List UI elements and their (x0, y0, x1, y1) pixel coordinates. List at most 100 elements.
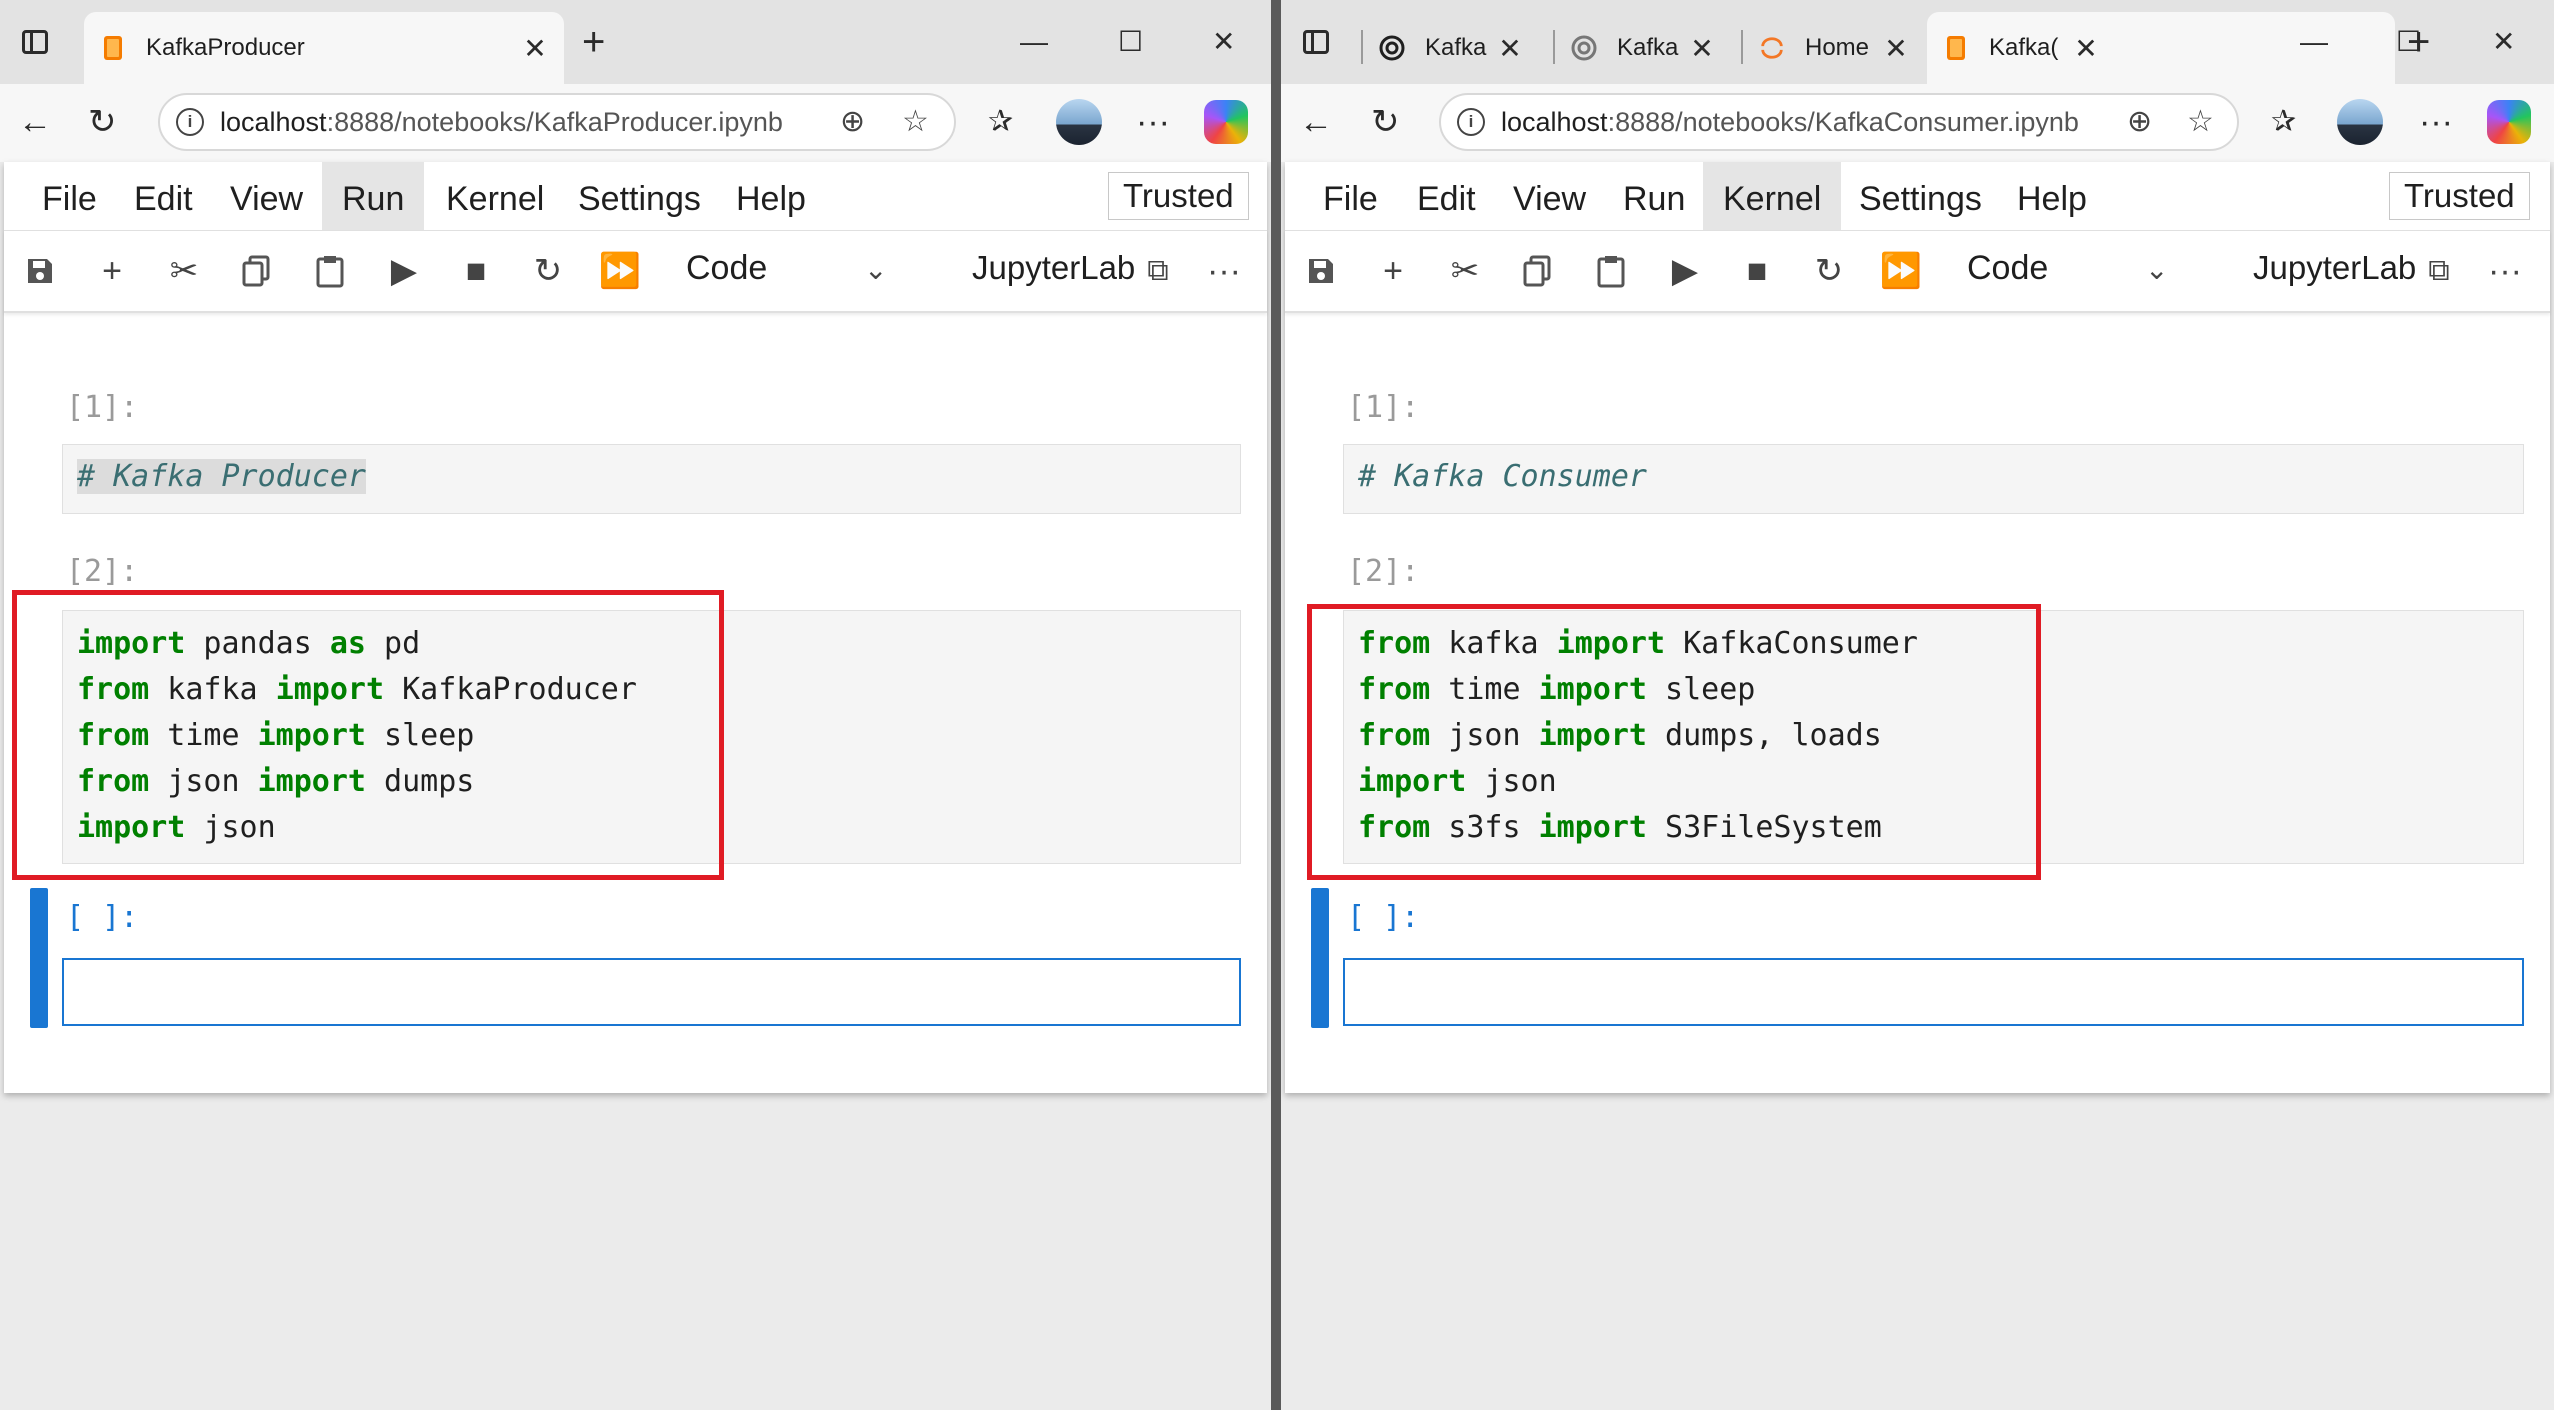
interrupt-icon[interactable]: ■ (1737, 251, 1777, 291)
notebook-icon (100, 35, 126, 61)
close-tab-icon[interactable]: ✕ (1495, 32, 1525, 65)
more-options-icon[interactable]: ··· (2485, 251, 2525, 291)
menu-run[interactable]: Run (1603, 162, 1705, 230)
favorites-icon[interactable]: ✰ (2271, 102, 2296, 142)
run-cell-icon[interactable]: ▶ (384, 251, 424, 291)
run-cell-icon[interactable]: ▶ (1665, 251, 1705, 291)
site-info-icon[interactable]: i (1457, 108, 1485, 136)
menu-bar: File Edit View Run Kernel Settings Help … (1285, 162, 2550, 231)
empty-code-cell[interactable] (1343, 958, 2524, 1026)
sidebar-toggle-icon[interactable] (1303, 30, 1329, 54)
cell-prompt: [1]: (1347, 390, 1420, 425)
close-tab-icon[interactable]: ✕ (2071, 32, 2101, 65)
maximize-icon[interactable]: ☐ (1118, 22, 1143, 62)
close-tab-icon[interactable]: ✕ (520, 32, 550, 65)
chevron-down-icon[interactable]: ⌄ (2145, 253, 2168, 286)
markdown-cell[interactable]: # Kafka Producer (62, 444, 1241, 514)
refresh-icon[interactable]: ↻ (1371, 102, 1400, 142)
address-field[interactable]: i localhost:8888/notebooks/KafkaConsumer… (1439, 93, 2239, 151)
close-tab-icon[interactable]: ✕ (1687, 32, 1717, 65)
menu-run[interactable]: Run (322, 162, 425, 230)
markdown-heading: # Kafka Consumer (1358, 459, 1647, 494)
external-link-icon[interactable]: ⧉ (1138, 251, 1178, 291)
sidebar-toggle-icon[interactable] (22, 30, 48, 54)
close-window-icon[interactable]: ✕ (1212, 22, 1235, 62)
tab-kafkaproducer[interactable]: KafkaProducer ✕ (84, 12, 564, 84)
zoom-icon[interactable]: ⊕ (840, 107, 865, 137)
minimize-icon[interactable]: — (1020, 22, 1048, 62)
browser-window-consumer: Kafka ✕ Kafka ✕ Home ✕ Kafka( ✕ + ← ↻ i … (1281, 0, 2554, 1410)
favorite-star-icon[interactable]: ☆ (2187, 107, 2214, 137)
open-jupyterlab-link[interactable]: JupyterLab (2253, 249, 2416, 287)
restart-icon[interactable]: ↻ (528, 251, 568, 291)
avatar[interactable] (1056, 99, 1102, 145)
chevron-down-icon[interactable]: ⌄ (864, 253, 887, 286)
menu-help[interactable]: Help (1997, 162, 2107, 230)
browser-window-producer: KafkaProducer ✕ + — ☐ ✕ ← ↻ i localhost:… (0, 0, 1271, 1410)
copilot-icon[interactable] (1204, 100, 1248, 144)
back-icon[interactable]: ← (1299, 102, 1333, 142)
copy-icon[interactable] (1517, 251, 1557, 291)
avatar[interactable] (2337, 99, 2383, 145)
maximize-icon[interactable]: ☐ (2396, 22, 2421, 62)
markdown-cell[interactable]: # Kafka Consumer (1343, 444, 2524, 514)
back-icon[interactable]: ← (18, 102, 52, 142)
more-options-icon[interactable]: ··· (1204, 251, 1244, 291)
menu-help[interactable]: Help (716, 162, 826, 230)
paste-icon[interactable] (310, 251, 350, 291)
save-icon[interactable] (1301, 251, 1341, 291)
external-link-icon[interactable]: ⧉ (2419, 251, 2459, 291)
restart-icon[interactable]: ↻ (1809, 251, 1849, 291)
empty-code-cell[interactable] (62, 958, 1241, 1026)
new-tab-icon[interactable]: + (582, 22, 605, 62)
cell-type-select[interactable]: Code (1967, 249, 2048, 288)
insert-cell-icon[interactable]: + (1373, 251, 1413, 291)
refresh-icon[interactable]: ↻ (88, 102, 117, 142)
menu-settings[interactable]: Settings (1839, 162, 2002, 230)
save-icon[interactable] (20, 251, 60, 291)
favorite-star-icon[interactable]: ☆ (902, 107, 929, 137)
zoom-icon[interactable]: ⊕ (2127, 107, 2152, 137)
menu-view[interactable]: View (1493, 162, 1606, 230)
jupyter-notebook: File Edit View Run Kernel Settings Help … (1285, 162, 2550, 1093)
menu-edit[interactable]: Edit (114, 162, 213, 230)
url-text: localhost:8888/notebooks/KafkaProducer.i… (220, 106, 783, 137)
interrupt-icon[interactable]: ■ (456, 251, 496, 291)
cut-icon[interactable]: ✂ (164, 251, 204, 291)
tab-home[interactable]: Home ✕ (1743, 12, 1919, 84)
site-info-icon[interactable]: i (176, 108, 204, 136)
trusted-indicator[interactable]: Trusted (2389, 172, 2530, 220)
favorites-icon[interactable]: ✰ (988, 102, 1013, 142)
menu-file[interactable]: File (1303, 162, 1398, 230)
address-field[interactable]: i localhost:8888/notebooks/KafkaProducer… (158, 93, 956, 151)
trusted-indicator[interactable]: Trusted (1108, 172, 1249, 220)
more-menu-icon[interactable]: ··· (1136, 102, 1170, 142)
notebook-toolbar: + ✂ ▶ ■ ↻ ⏩ Code ⌄ JupyterLab ⧉ ··· (1285, 231, 2550, 313)
close-tab-icon[interactable]: ✕ (1881, 32, 1911, 65)
tab-bar: KafkaProducer ✕ + — ☐ ✕ (0, 0, 1271, 84)
copy-icon[interactable] (236, 251, 276, 291)
tab-kafka-1[interactable]: Kafka ✕ (1363, 12, 1533, 84)
menu-kernel[interactable]: Kernel (1703, 162, 1842, 230)
tab-label: Kafka (1617, 34, 1679, 61)
menu-kernel[interactable]: Kernel (426, 162, 564, 230)
paste-icon[interactable] (1591, 251, 1631, 291)
cut-icon[interactable]: ✂ (1445, 251, 1485, 291)
close-window-icon[interactable]: ✕ (2492, 22, 2515, 62)
menu-file[interactable]: File (22, 162, 117, 230)
run-all-icon[interactable]: ⏩ (599, 251, 641, 291)
menu-edit[interactable]: Edit (1397, 162, 1496, 230)
tab-kafka-2[interactable]: Kafka ✕ (1555, 12, 1725, 84)
active-cell-indicator (1311, 888, 1329, 1028)
insert-cell-icon[interactable]: + (92, 251, 132, 291)
menu-bar: File Edit View Run Kernel Settings Help … (4, 162, 1267, 231)
run-all-icon[interactable]: ⏩ (1880, 251, 1922, 291)
cell-type-select[interactable]: Code (686, 249, 767, 288)
tab-label: Kafka (1425, 34, 1487, 61)
open-jupyterlab-link[interactable]: JupyterLab (972, 249, 1135, 287)
minimize-icon[interactable]: — (2300, 22, 2328, 62)
more-menu-icon[interactable]: ··· (2419, 102, 2453, 142)
copilot-icon[interactable] (2487, 100, 2531, 144)
menu-settings[interactable]: Settings (558, 162, 721, 230)
menu-view[interactable]: View (210, 162, 323, 230)
